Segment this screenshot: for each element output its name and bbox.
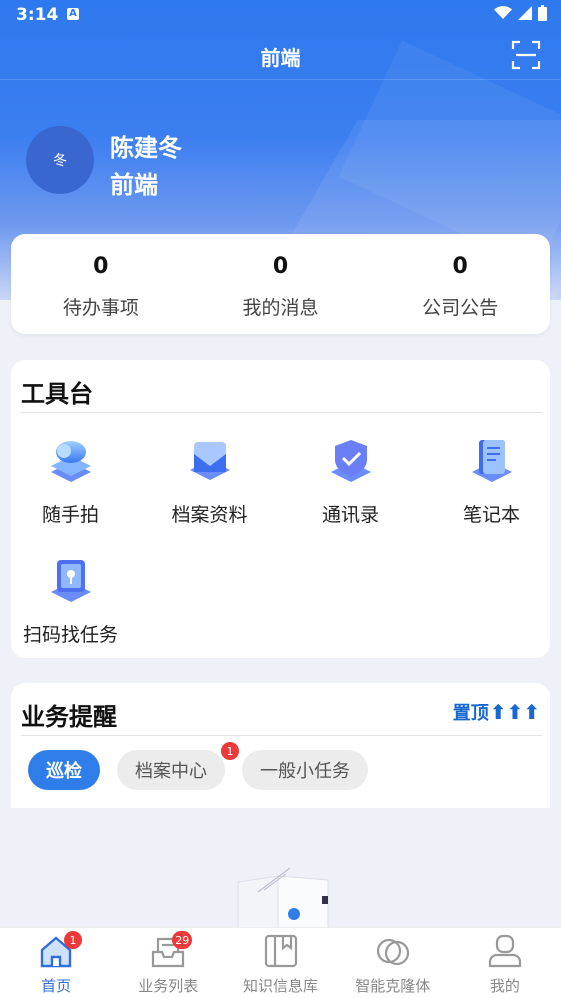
book-icon [264, 934, 297, 968]
tab-badge: 1 [64, 931, 82, 949]
cloud-stack-icon [50, 441, 91, 482]
user-name: 陈建冬 [110, 134, 182, 162]
status-time: 3:14 [16, 5, 59, 25]
system-icons [494, 5, 547, 21]
tab-business-list[interactable]: 业务列表 29 [112, 928, 224, 998]
appbar-divider [0, 79, 561, 80]
status-bar: 3:14 A [0, 0, 561, 32]
chip-small-task[interactable]: 一般小任务 [242, 750, 368, 790]
stat-label: 公司公告 [422, 297, 499, 319]
chip-inspection[interactable]: 巡检 [28, 750, 100, 790]
scan-task-icon [50, 560, 91, 602]
business-reminder-card: 业务提醒 置顶 ⬆⬆⬆ 巡检 档案中心 1 一般小任务 [11, 683, 550, 808]
user-icon [488, 934, 522, 968]
tool-label: 扫码找任务 [22, 624, 118, 646]
tool-label: 笔记本 [462, 504, 520, 526]
stat-todo[interactable]: 0 待办事项 [11, 234, 191, 334]
avatar[interactable]: 冬 [26, 126, 94, 194]
tab-label: 智能克隆体 [355, 977, 431, 995]
wifi-icon [494, 6, 512, 19]
stat-value: 0 [452, 254, 468, 279]
divider [21, 412, 542, 413]
chip-badge: 1 [221, 742, 239, 760]
toolbox-card: 工具台 随手拍 档案资料 通讯录 笔记本 扫码找任务 [11, 360, 550, 658]
pin-label: 置顶 [452, 703, 489, 724]
tab-knowledge-base[interactable]: 知识信息库 [224, 928, 336, 998]
tab-badge: 29 [172, 931, 193, 949]
empty-illustration [237, 867, 329, 932]
tool-scan-task[interactable]: 扫码找任务 [3, 554, 138, 647]
notebook-icon [471, 440, 512, 482]
chip-archive-center[interactable]: 档案中心 1 [117, 742, 239, 790]
mail-box-icon [189, 442, 230, 480]
battery-icon [538, 5, 547, 21]
pin-to-top-button[interactable]: 置顶 ⬆⬆⬆ [453, 699, 540, 725]
section-title: 业务提醒 [21, 703, 117, 731]
tab-label: 知识信息库 [243, 977, 319, 995]
tool-label: 随手拍 [41, 504, 99, 526]
stat-label: 我的消息 [242, 297, 319, 319]
stat-value: 0 [93, 254, 109, 279]
app-bar: 前端 [0, 32, 561, 80]
stat-value: 0 [272, 254, 289, 279]
page-title: 前端 [260, 46, 301, 70]
stat-label: 待办事项 [62, 297, 139, 319]
arrow-up-icon: ⬆⬆⬆ [489, 700, 540, 724]
tool-label: 通讯录 [321, 504, 379, 526]
tab-smart-clone[interactable]: 智能克隆体 [337, 928, 449, 998]
stat-announcements[interactable]: 0 公司公告 [370, 234, 550, 334]
reminder-filter-chips: 巡检 档案中心 1 一般小任务 [28, 742, 368, 790]
divider [21, 735, 542, 736]
chip-label: 档案中心 [135, 761, 207, 782]
tab-label: 业务列表 [138, 977, 199, 995]
overlap-circles-icon [376, 938, 409, 966]
tool-contacts[interactable]: 通讯录 [283, 434, 418, 527]
stat-messages[interactable]: 0 我的消息 [191, 234, 371, 334]
stats-card: 0 待办事项 0 我的消息 0 公司公告 [11, 234, 550, 334]
bottom-tab-bar: 首页 1 业务列表 29 知识信息库 智能克隆体 我的 [0, 927, 561, 998]
tab-label: 首页 [41, 977, 72, 995]
tab-home[interactable]: 首页 1 [0, 928, 112, 998]
tool-label: 档案资料 [171, 504, 248, 526]
section-title: 工具台 [21, 380, 93, 408]
tool-snapshot[interactable]: 随手拍 [3, 434, 138, 527]
shield-check-icon [330, 440, 371, 482]
tool-notebook[interactable]: 笔记本 [424, 434, 559, 527]
tab-label: 我的 [489, 977, 520, 995]
user-department: 前端 [110, 171, 158, 199]
signal-icon [518, 6, 532, 20]
scan-icon[interactable] [511, 40, 541, 70]
notification-icon: A [67, 8, 79, 20]
tool-archive[interactable]: 档案资料 [142, 434, 277, 527]
tab-mine[interactable]: 我的 [449, 928, 561, 998]
